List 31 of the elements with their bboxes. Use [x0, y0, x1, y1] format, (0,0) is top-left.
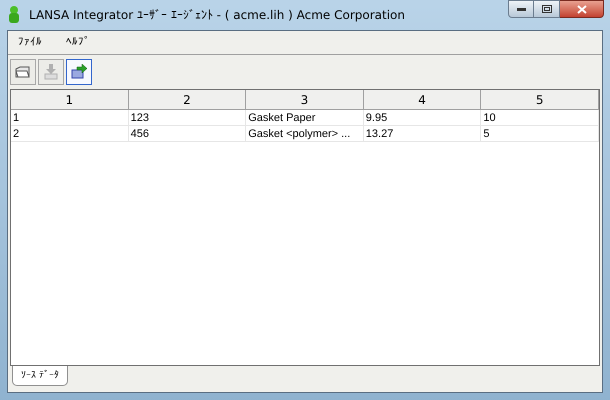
sheet-tab[interactable]: ｿｰｽ ﾃﾞｰﾀ [12, 366, 68, 386]
column-header[interactable]: 3 [246, 90, 364, 110]
column-header[interactable]: 4 [364, 90, 482, 110]
table-cell: 9.95 [364, 110, 482, 126]
table-cell: 5 [481, 126, 599, 142]
column-header[interactable]: 5 [481, 90, 599, 110]
column-header[interactable]: 1 [11, 90, 129, 110]
table-cell: 456 [128, 126, 246, 142]
table-cell: 123 [128, 110, 246, 126]
table-cell: Gasket Paper [246, 110, 364, 126]
maximize-button[interactable] [534, 0, 560, 18]
menu-item[interactable]: ﾍﾙﾌﾟ [64, 34, 92, 51]
app-icon [8, 6, 20, 24]
toolbar-button[interactable] [10, 59, 36, 85]
toolbar-button[interactable] [66, 59, 92, 85]
download-icon [44, 64, 58, 80]
table-cell: 13.27 [364, 126, 482, 142]
maximize-icon [542, 5, 552, 13]
window-title: LANSA Integrator ﾕｰｻﾞｰ ｴｰｼﾞｪﾝﾄ - ( acme.lih ) Acme Corporation [29, 7, 406, 24]
export-icon [71, 64, 87, 80]
table-cell: 1 [11, 110, 129, 126]
folder-icon [15, 65, 31, 79]
close-icon [576, 4, 586, 14]
close-button[interactable] [560, 0, 604, 18]
table-cell: 10 [481, 110, 599, 126]
table-cell: 2 [11, 126, 129, 142]
minimize-icon [516, 8, 526, 10]
minimize-button[interactable] [508, 0, 534, 18]
column-header[interactable]: 2 [128, 90, 246, 110]
menu-item[interactable]: ﾌｧｲﾙ [16, 34, 44, 51]
table-cell: Gasket <polymer> ... [246, 126, 364, 142]
